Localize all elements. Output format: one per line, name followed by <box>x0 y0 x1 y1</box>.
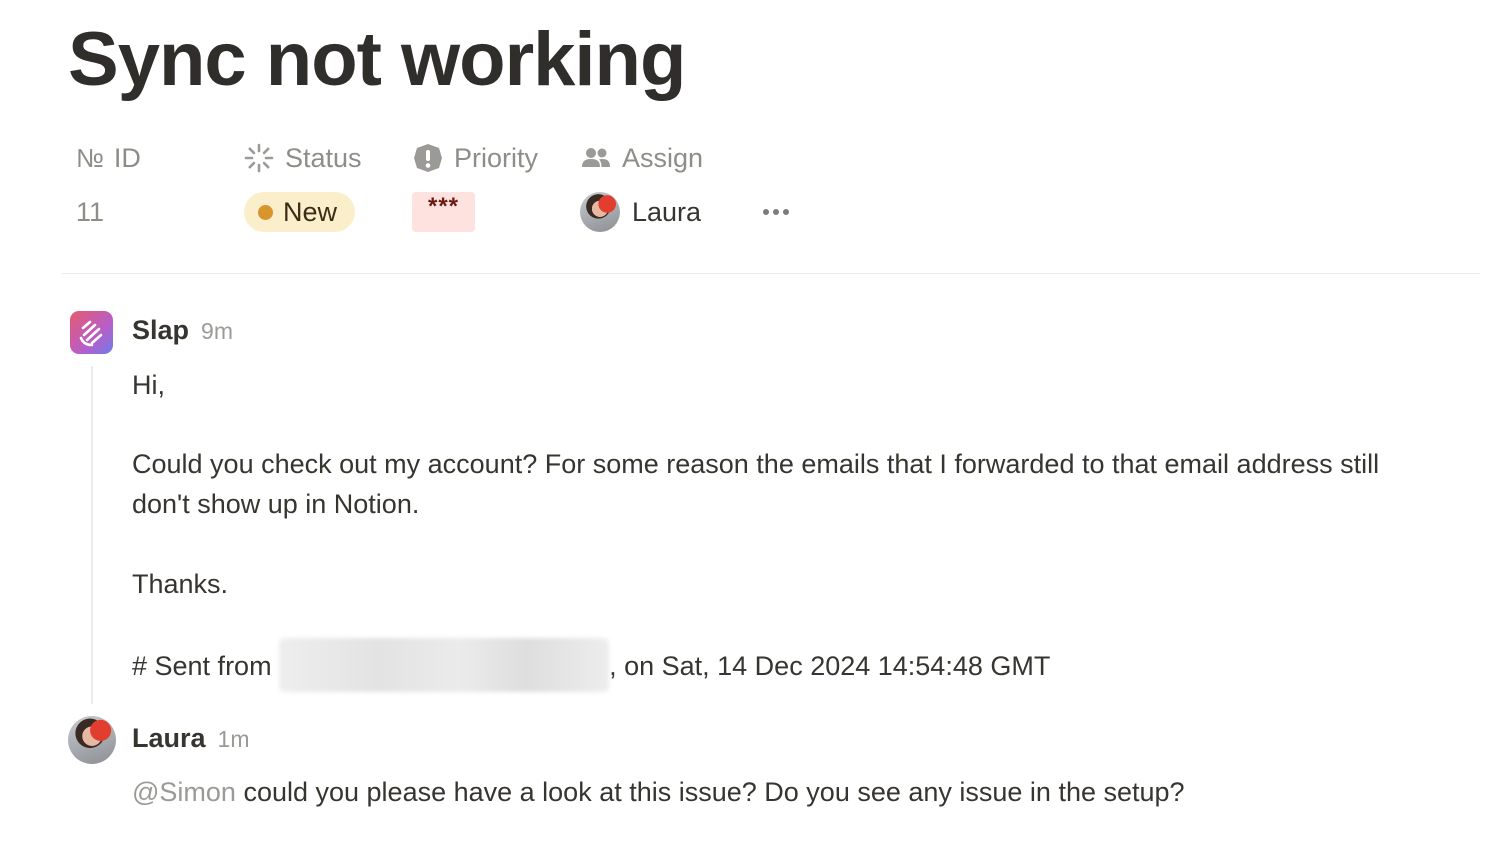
property-header-priority[interactable]: Priority <box>412 140 538 176</box>
more-dot <box>763 209 769 215</box>
comment-text-line: Thanks. <box>132 569 229 599</box>
comment-author[interactable]: Laura <box>132 723 206 754</box>
property-value-status[interactable]: New <box>244 192 356 232</box>
user-mention[interactable]: @Simon <box>132 777 236 807</box>
status-dot-icon <box>258 204 273 220</box>
status-spinner-icon <box>243 142 275 174</box>
more-dot <box>773 209 779 215</box>
more-properties-button[interactable] <box>756 196 792 228</box>
avatar[interactable] <box>68 716 116 764</box>
comment-signature-line: # Sent from , on Sat, 14 Dec 2024 14:54:… <box>132 638 1051 692</box>
assignee[interactable]: Laura <box>580 192 701 232</box>
redacted-email <box>279 638 610 692</box>
comment-text-line: don't show up in Notion. <box>132 489 420 519</box>
property-header-assign[interactable]: Assign <box>580 140 703 176</box>
comment-text: could you please have a look at this iss… <box>235 777 1185 807</box>
comment-author-row: Laura 1m <box>132 723 249 754</box>
comment-author-row: Slap 9m <box>132 315 233 346</box>
comment-text-line: @Simon could you please have a look at t… <box>132 772 1185 812</box>
property-label-assign: Assign <box>622 142 704 173</box>
comment-text-line: Could you check out my account? For some… <box>132 449 1380 479</box>
property-value-priority[interactable]: *** <box>412 192 475 232</box>
page-title[interactable]: Sync not working <box>68 16 686 103</box>
slap-app-icon[interactable] <box>70 311 113 354</box>
property-value-assign[interactable]: Laura <box>580 192 701 232</box>
status-badge-label: New <box>283 196 338 227</box>
priority-alert-icon <box>412 142 444 174</box>
comment-timestamp[interactable]: 9m <box>201 318 233 345</box>
priority-badge-label: *** <box>427 193 460 220</box>
property-label-id: ID <box>113 142 141 173</box>
property-label-status: Status <box>285 142 362 173</box>
property-header-status[interactable]: Status <box>243 140 362 176</box>
id-value: 11 <box>76 196 105 227</box>
avatar <box>580 192 620 232</box>
status-badge[interactable]: New <box>244 192 356 232</box>
people-icon <box>580 142 612 174</box>
property-label-priority: Priority <box>454 142 539 173</box>
thread-line <box>91 366 93 704</box>
assignee-name: Laura <box>632 196 702 227</box>
comment-timestamp[interactable]: 1m <box>218 726 250 753</box>
divider <box>62 273 1480 274</box>
sent-from-label: # Sent from <box>132 651 272 682</box>
comment-text-line: Hi, <box>132 370 165 400</box>
comment-author[interactable]: Slap <box>132 315 189 346</box>
priority-badge[interactable]: *** <box>412 192 475 232</box>
number-sign-icon: № <box>76 142 104 173</box>
more-dot <box>783 209 789 215</box>
property-header-id[interactable]: № ID <box>76 140 141 176</box>
sent-date-text: , on Sat, 14 Dec 2024 14:54:48 GMT <box>609 651 1051 682</box>
property-value-id[interactable]: 11 <box>76 192 104 232</box>
